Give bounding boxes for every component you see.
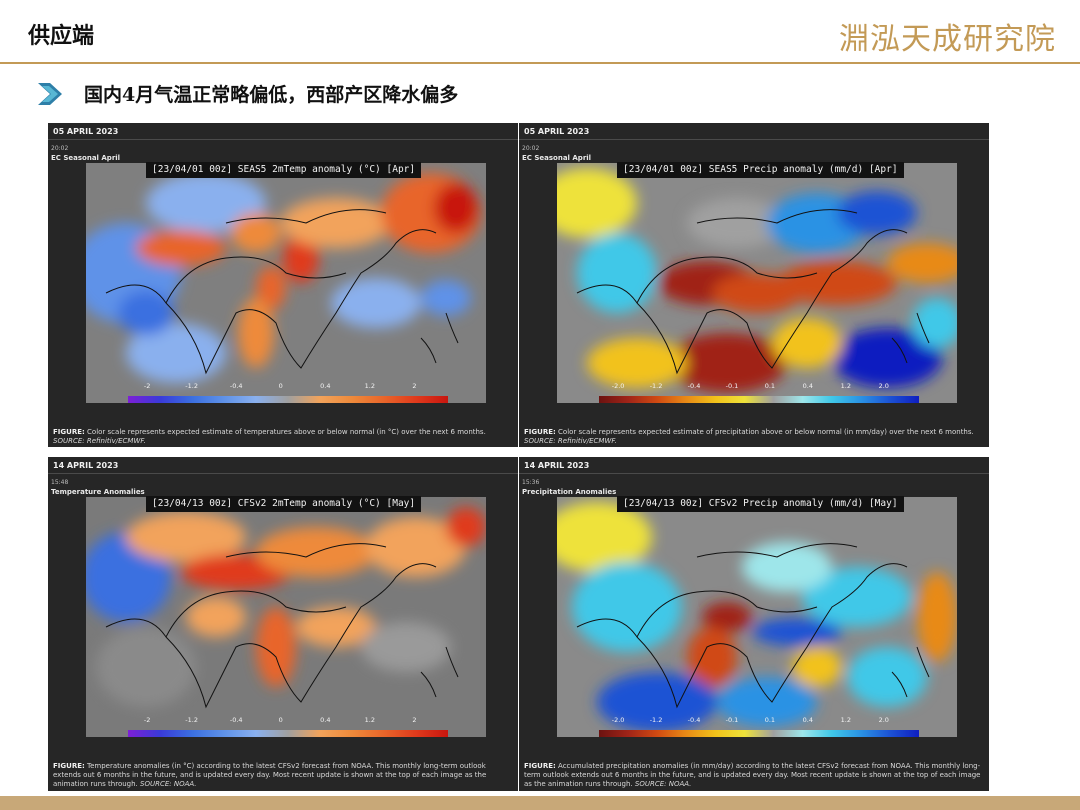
figure-caption: FIGURE: Temperature anomalies (in °C) ac… [53, 762, 487, 788]
colorbar-tick: 0 [278, 716, 283, 724]
colorbar-ticks: -2.0 -1.2 -0.4 -0.1 0.1 0.4 1.2 2.0 [595, 382, 925, 394]
colorbar-tick: 0 [278, 382, 283, 390]
colorbar-tick: 1.2 [840, 382, 851, 390]
colorbar-tick: 0.1 [764, 382, 776, 390]
figure-caption: FIGURE: Color scale represents expected … [53, 428, 486, 445]
chevron-right-icon [38, 83, 62, 105]
panel-divider [48, 473, 518, 474]
colorbar-tick: 2 [412, 716, 417, 724]
temperature-colorbar [128, 396, 448, 403]
colorbar-tick: 0.1 [764, 716, 776, 724]
precipitation-colorbar [599, 730, 919, 737]
colorbar-tick: -2.0 [611, 716, 625, 724]
colorbar-tick: -0.4 [687, 716, 701, 724]
colorbar-tick: -0.4 [687, 382, 701, 390]
page-title: 供应端 [28, 23, 95, 49]
slide-subtitle: 国内4月气温正常略偏低，西部产区降水偏多 [84, 84, 459, 106]
colorbar-tick: -2 [143, 716, 151, 724]
colorbar-tick: 0.4 [802, 716, 814, 724]
panel-date: 14 APRIL 2023 [53, 461, 119, 470]
map-title: [23/04/01 00z] SEAS5 2mTemp anomaly (°C)… [146, 162, 422, 178]
colorbar-tick: 0.4 [320, 382, 331, 390]
colorbar-tick: -0.1 [725, 382, 739, 390]
colorbar-tick: 1.2 [364, 716, 376, 724]
map-title: [23/04/01 00z] SEAS5 Precip anomaly (mm/… [617, 162, 904, 178]
panel-divider [519, 473, 989, 474]
temp-anomaly-panel-may: 14 APRIL 2023 15:48 Temperature Anomalie… [48, 457, 518, 791]
panel-subhead: Temperature Anomalies [51, 488, 145, 496]
temperature-anomaly-map [86, 497, 486, 737]
colorbar-tick: 2.0 [878, 716, 889, 724]
colorbar-tick: -0.4 [229, 382, 243, 390]
colorbar-tick: -1.2 [185, 716, 198, 724]
colorbar-tick: -1.2 [649, 382, 663, 390]
colorbar-tick: 1.2 [364, 382, 376, 390]
colorbar-tick: -2 [143, 382, 151, 390]
figure-caption: FIGURE: Accumulated precipitation anomal… [524, 762, 981, 788]
precip-anomaly-panel-apr: 05 APRIL 2023 20:02 EC Seasonal April [2… [519, 123, 989, 447]
colorbar-tick: -1.2 [185, 382, 198, 390]
panel-subhead: EC Seasonal April [51, 154, 121, 162]
footer-bar [0, 796, 1080, 810]
panel-subhead: Precipitation Anomalies [522, 488, 617, 496]
temperature-colorbar [128, 730, 448, 737]
colorbar-tick: 2 [412, 382, 417, 390]
panel-date: 05 APRIL 2023 [53, 127, 119, 136]
panel-date: 14 APRIL 2023 [524, 461, 590, 470]
panel-subhead: EC Seasonal April [522, 154, 592, 162]
precipitation-colorbar [599, 396, 919, 403]
panel-time: 15:36 [522, 479, 540, 486]
precip-anomaly-panel-may: 14 APRIL 2023 15:36 Precipitation Anomal… [519, 457, 989, 791]
panel-time: 15:48 [51, 479, 69, 486]
colorbar-tick: -0.4 [229, 716, 243, 724]
colorbar-tick: 1.2 [840, 716, 851, 724]
panel-date: 05 APRIL 2023 [524, 127, 590, 136]
colorbar-tick: 2.0 [878, 382, 889, 390]
colorbar-ticks: -2 -1.2 -0.4 0 0.4 1.2 2 [124, 716, 454, 728]
colorbar-tick: -1.2 [649, 716, 663, 724]
panel-time: 20:02 [522, 145, 540, 152]
panel-divider [519, 139, 989, 140]
colorbar-tick: 0.4 [802, 382, 814, 390]
map-title: [23/04/13 00z] CFSv2 Precip anomaly (mm/… [617, 496, 904, 512]
precipitation-anomaly-map [557, 497, 957, 737]
temperature-anomaly-map [86, 163, 486, 403]
colorbar-tick: -0.1 [725, 716, 739, 724]
header-divider [0, 62, 1080, 64]
colorbar-ticks: -2.0 -1.2 -0.4 -0.1 0.1 0.4 1.2 2.0 [595, 716, 925, 728]
precipitation-anomaly-map [557, 163, 957, 403]
colorbar-tick: -2.0 [611, 382, 625, 390]
panel-divider [48, 139, 518, 140]
brand-logo: 淵泓天成研究院 [839, 22, 1056, 57]
temp-anomaly-panel-apr: 05 APRIL 2023 20:02 EC Seasonal April [2… [48, 123, 518, 447]
panel-time: 20:02 [51, 145, 69, 152]
figure-caption: FIGURE: Color scale represents expected … [524, 428, 974, 445]
colorbar-ticks: -2 -1.2 -0.4 0 0.4 1.2 2 [124, 382, 454, 394]
colorbar-tick: 0.4 [320, 716, 331, 724]
map-title: [23/04/13 00z] CFSv2 2mTemp anomaly (°C)… [146, 496, 422, 512]
